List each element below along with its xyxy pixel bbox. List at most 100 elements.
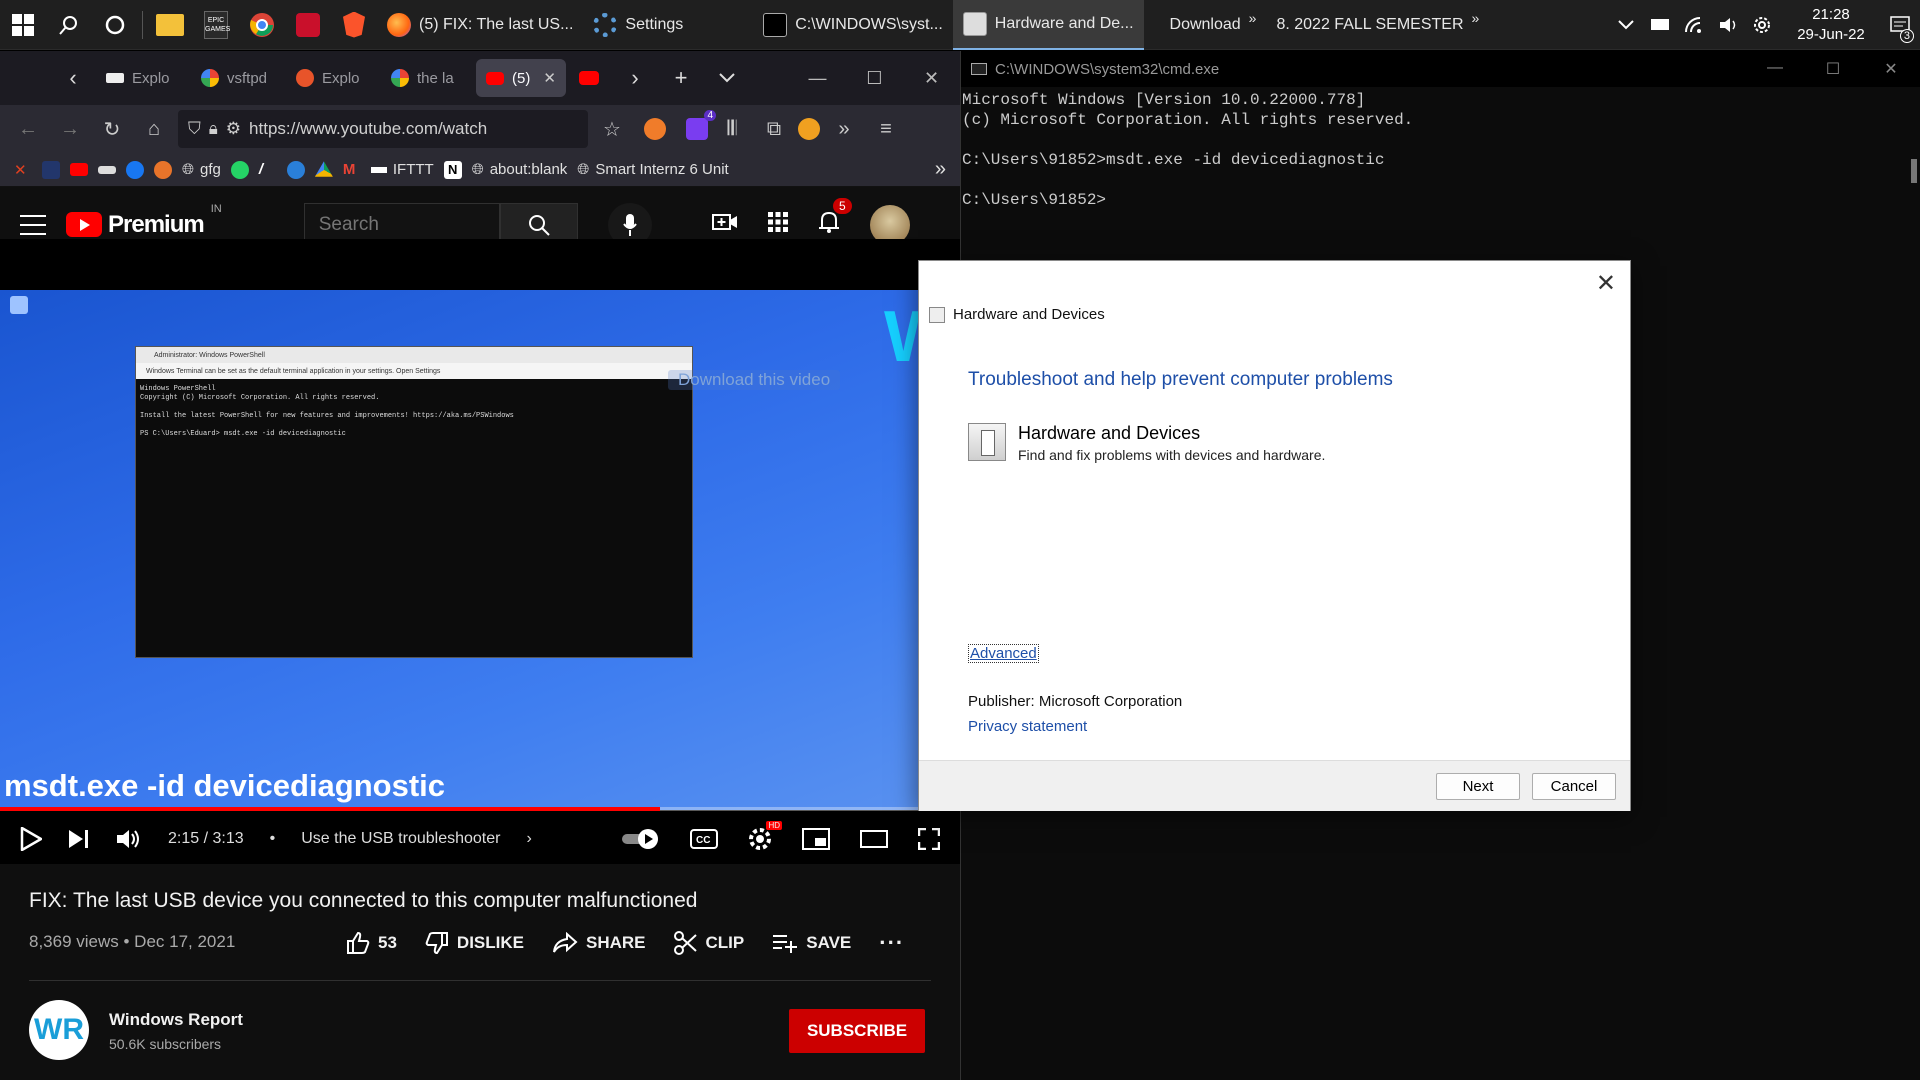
wifi-icon[interactable]: [1684, 15, 1704, 35]
menu-icon[interactable]: ≡: [868, 111, 904, 147]
home-icon[interactable]: ⌂: [136, 111, 172, 147]
whatsapp-icon[interactable]: [230, 160, 249, 179]
list-tabs-icon[interactable]: [704, 59, 750, 97]
volume-icon[interactable]: [1718, 15, 1738, 35]
privacy-statement-link[interactable]: Privacy statement: [968, 718, 1087, 735]
browser-tab[interactable]: Explo: [286, 59, 381, 97]
forward-arrow-icon[interactable]: →: [52, 111, 88, 147]
hamburger-menu-icon[interactable]: [20, 214, 46, 235]
channel-name[interactable]: Windows Report: [109, 1010, 243, 1030]
minimize-button[interactable]: —: [789, 68, 846, 89]
taskbar-app-troubleshooter[interactable]: Hardware and De...: [952, 0, 1144, 50]
chrome-icon[interactable]: [239, 0, 285, 50]
settings-gear-icon[interactable]: HD: [748, 821, 782, 851]
taskbar-app-settings[interactable]: Settings: [583, 0, 693, 50]
taskbar-app-cmd[interactable]: C:\WINDOWS\syst...: [753, 0, 953, 50]
address-bar[interactable]: ⛉ 🔒︎ ⚙︎ https://www.youtube.com/watch: [178, 110, 588, 148]
taskbar-toolbar-semester[interactable]: 8. 2022 FALL SEMESTER »: [1266, 0, 1489, 50]
next-button[interactable]: Next: [1436, 773, 1520, 800]
google-drive-icon[interactable]: [314, 161, 333, 177]
cmd-output[interactable]: Microsoft Windows [Version 10.0.22000.77…: [961, 87, 1920, 213]
minimize-button[interactable]: —: [1746, 59, 1804, 79]
bookmark-icon[interactable]: [98, 165, 116, 174]
browser-tab-active[interactable]: (5) ✕: [476, 59, 566, 97]
channel-avatar[interactable]: WR: [29, 1000, 89, 1060]
bookmark-icon[interactable]: [286, 160, 305, 179]
close-icon[interactable]: ✕: [543, 69, 556, 87]
video-chapter-title[interactable]: Use the USB troubleshooter: [301, 830, 500, 848]
play-icon[interactable]: [20, 827, 42, 851]
brave-icon[interactable]: [331, 0, 377, 50]
tab-scroll-right-icon[interactable]: ›: [612, 59, 658, 97]
youtube-tab-icon[interactable]: [566, 59, 612, 97]
search-icon[interactable]: [46, 0, 92, 50]
advanced-link[interactable]: Advanced: [968, 644, 1039, 663]
clip-button[interactable]: CLIP: [673, 931, 744, 955]
more-actions-icon[interactable]: ···: [879, 930, 904, 956]
bookmark-about-blank[interactable]: 🌐︎ about:blank: [472, 161, 568, 178]
maximize-button[interactable]: ☐: [846, 68, 903, 89]
taskbar-toolbar-download[interactable]: Download »: [1160, 0, 1267, 50]
save-button[interactable]: SAVE: [772, 933, 851, 953]
bookmark-icon[interactable]: [154, 160, 172, 179]
create-video-icon[interactable]: [711, 212, 738, 237]
cmd-scrollbar[interactable]: [1908, 107, 1920, 1080]
browser-tab[interactable]: the la: [381, 59, 476, 97]
browser-tab[interactable]: Explo: [96, 59, 191, 97]
dislike-button[interactable]: DISLIKE: [425, 931, 524, 955]
close-icon[interactable]: ✕: [1596, 269, 1616, 298]
chevron-down-icon[interactable]: [1616, 15, 1636, 35]
video-frame[interactable]: W Administrator: Windows PowerShell Wind…: [0, 290, 960, 810]
battery-icon[interactable]: [1650, 15, 1670, 35]
video-player[interactable]: W Administrator: Windows PowerShell Wind…: [0, 239, 960, 864]
epic-games-icon[interactable]: EPIC GAMES: [193, 0, 239, 50]
bookmark-gfg[interactable]: 🌐︎ gfg: [182, 161, 221, 178]
download-video-overlay[interactable]: Download this video: [668, 370, 841, 390]
browser-tab[interactable]: vsftpd: [191, 59, 286, 97]
video-progress-bar[interactable]: [0, 807, 960, 811]
apps-grid-icon[interactable]: [767, 212, 788, 237]
taskbar-clock[interactable]: 21:28 29-Jun-22: [1786, 5, 1876, 45]
start-button[interactable]: [0, 0, 46, 50]
file-explorer-icon[interactable]: [147, 0, 193, 50]
bookmark-ifttt[interactable]: IFTTT: [370, 161, 434, 178]
close-button[interactable]: ✕: [903, 68, 960, 89]
bookmark-icon[interactable]: /: [259, 161, 277, 179]
cortana-icon[interactable]: [92, 0, 138, 50]
notifications-bell-icon[interactable]: 5: [818, 198, 852, 239]
scrollbar-thumb[interactable]: [1911, 159, 1917, 183]
back-arrow-icon[interactable]: ←: [10, 111, 46, 147]
bookmark-icon[interactable]: [42, 160, 60, 179]
next-video-icon[interactable]: [68, 829, 90, 849]
subscribe-button[interactable]: SUBSCRIBE: [789, 1009, 925, 1053]
reload-icon[interactable]: ↻: [94, 111, 130, 147]
theater-mode-icon[interactable]: [860, 830, 888, 848]
puzzle-icon[interactable]: ⧉: [756, 111, 792, 147]
notion-icon[interactable]: N: [443, 160, 462, 179]
vivaldi-icon[interactable]: [285, 0, 331, 50]
close-button[interactable]: ✕: [1862, 59, 1920, 79]
overflow-chevron-icon[interactable]: »: [826, 111, 862, 147]
gear-icon[interactable]: [1752, 15, 1772, 35]
miniplayer-icon[interactable]: [802, 828, 830, 850]
extension-icon[interactable]: [798, 118, 820, 140]
bookmarks-overflow-icon[interactable]: »: [935, 158, 946, 181]
bookmark-star-icon[interactable]: ☆: [594, 111, 630, 147]
notification-center-icon[interactable]: 3: [1890, 15, 1914, 43]
facebook-icon[interactable]: [126, 160, 144, 179]
maximize-button[interactable]: ☐: [1804, 59, 1862, 79]
tab-scroll-left-icon[interactable]: ‹: [50, 59, 96, 97]
youtube-icon[interactable]: [70, 163, 88, 176]
extension-icon[interactable]: [644, 118, 666, 140]
autoplay-toggle[interactable]: [620, 828, 660, 850]
bookmark-smart-internz[interactable]: 🌐︎ Smart Internz 6 Unit: [577, 161, 728, 178]
chevron-right-icon[interactable]: ›: [526, 830, 531, 848]
library-icon[interactable]: 𝄃𝄃: [714, 111, 750, 147]
youtube-logo[interactable]: Premium IN: [66, 203, 222, 239]
captions-icon[interactable]: CC: [690, 829, 718, 849]
cancel-button[interactable]: Cancel: [1532, 773, 1616, 800]
volume-icon[interactable]: [116, 828, 142, 850]
bookmark-icon[interactable]: ✕: [14, 161, 32, 179]
fullscreen-icon[interactable]: [918, 828, 940, 850]
taskbar-app-firefox[interactable]: (5) FIX: The last US...: [377, 0, 583, 50]
